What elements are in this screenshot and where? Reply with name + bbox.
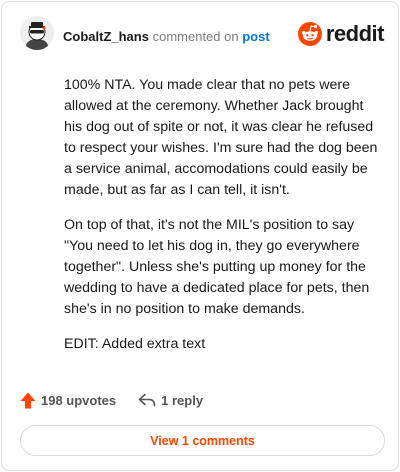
comment-paragraph: On top of that, it's not the MIL's posit…	[64, 217, 370, 317]
comment-meta: CobaltZ_hans commented on post	[63, 29, 270, 44]
comment-body: 100% NTA. You made clear that no pets we…	[64, 75, 380, 369]
reply-arrow-icon	[138, 393, 156, 407]
upvote-button[interactable]: 198 upvotes	[20, 392, 116, 409]
avatar[interactable]	[20, 16, 54, 50]
reply-count: 1 reply	[161, 392, 204, 408]
username-link[interactable]: CobaltZ_hans	[63, 29, 149, 44]
comment-paragraph: 100% NTA. You made clear that no pets we…	[64, 77, 378, 198]
comment-card: CobaltZ_hans commented on post reddit 10…	[1, 1, 399, 471]
upvote-count: 198 upvotes	[41, 392, 117, 408]
logo-text: reddit	[325, 21, 385, 46]
comment-footer: 198 upvotes 1 reply	[20, 389, 203, 411]
reply-button[interactable]: 1 reply	[138, 393, 203, 408]
comment-header: CobaltZ_hans commented on post reddit	[20, 16, 385, 56]
avatar-icon	[20, 16, 54, 50]
comment-edit-note: EDIT: Added extra text	[64, 336, 206, 352]
reddit-logo[interactable]: reddit	[297, 20, 385, 48]
view-comments-button[interactable]: View 1 comments	[20, 425, 385, 456]
upvote-arrow-icon	[20, 392, 36, 408]
post-link[interactable]: post	[242, 29, 269, 44]
action-text: commented on	[152, 29, 239, 44]
reddit-logo-icon	[297, 22, 322, 46]
